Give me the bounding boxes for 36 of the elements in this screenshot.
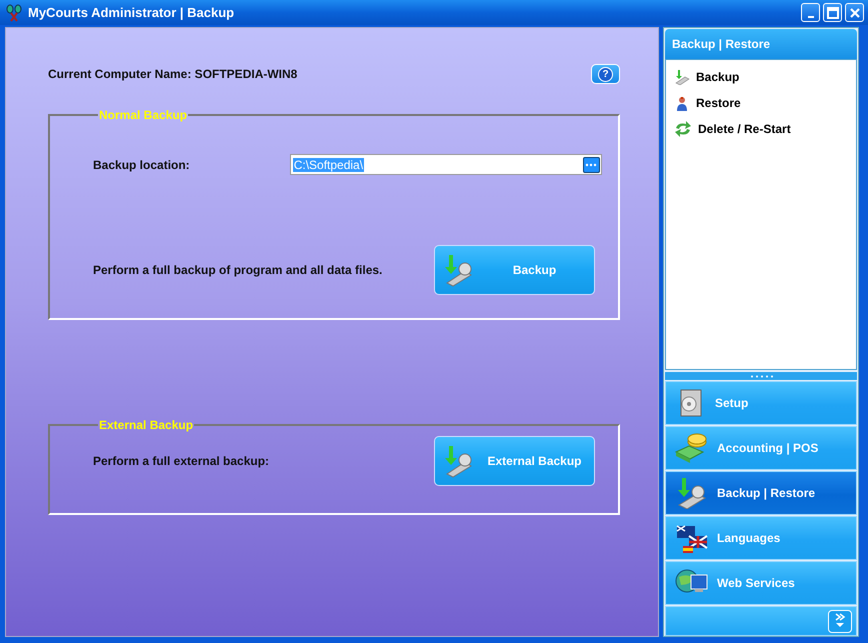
close-button[interactable] [845, 3, 864, 22]
maximize-button[interactable] [823, 3, 842, 22]
backup-description: Perform a full backup of program and all data files. [93, 263, 382, 277]
splitter-handle[interactable] [665, 372, 857, 380]
backup-button[interactable]: Backup [434, 245, 595, 295]
chevron-down-icon [834, 613, 846, 629]
nav-button[interactable]: Languages [665, 516, 857, 560]
group-title: Normal Backup [98, 108, 188, 122]
money-icon [675, 432, 709, 464]
refresh-icon [674, 121, 692, 137]
computer-name: Current Computer Name: SOFTPEDIA-WIN8 [48, 67, 298, 81]
group-title: External Backup [98, 418, 194, 432]
minimize-button[interactable] [801, 3, 820, 22]
nav-button[interactable]: Web Services [665, 561, 857, 605]
sidebar-item[interactable]: Backup [666, 64, 856, 90]
backup-location-field[interactable]: C:\Softpedia\ [290, 154, 602, 175]
window-title: MyCourts Administrator | Backup [28, 5, 234, 20]
sidebar-item[interactable]: Restore [666, 90, 856, 116]
person-icon [674, 95, 690, 111]
browse-button[interactable] [582, 156, 600, 172]
racket-icon [6, 4, 22, 22]
sidebar-header: Backup | Restore [665, 29, 857, 59]
maximize-icon [826, 6, 838, 18]
backup-location-label: Backup location: [93, 158, 190, 172]
nav-button[interactable]: Setup [665, 381, 857, 425]
nav-button[interactable]: Backup | Restore [665, 471, 857, 515]
ellipsis-icon [585, 162, 598, 166]
sidebar-item[interactable]: Delete / Re-Start [666, 116, 856, 142]
minimize-icon [808, 16, 814, 18]
help-button[interactable]: ? [591, 64, 620, 84]
close-icon [848, 6, 860, 18]
backup-icon [674, 69, 690, 85]
more-button[interactable] [828, 610, 852, 632]
external-backup-description: Perform a full external backup: [93, 454, 270, 468]
nav-button[interactable]: Accounting | POS [665, 426, 857, 470]
external-backup-button[interactable]: External Backup [434, 436, 595, 486]
